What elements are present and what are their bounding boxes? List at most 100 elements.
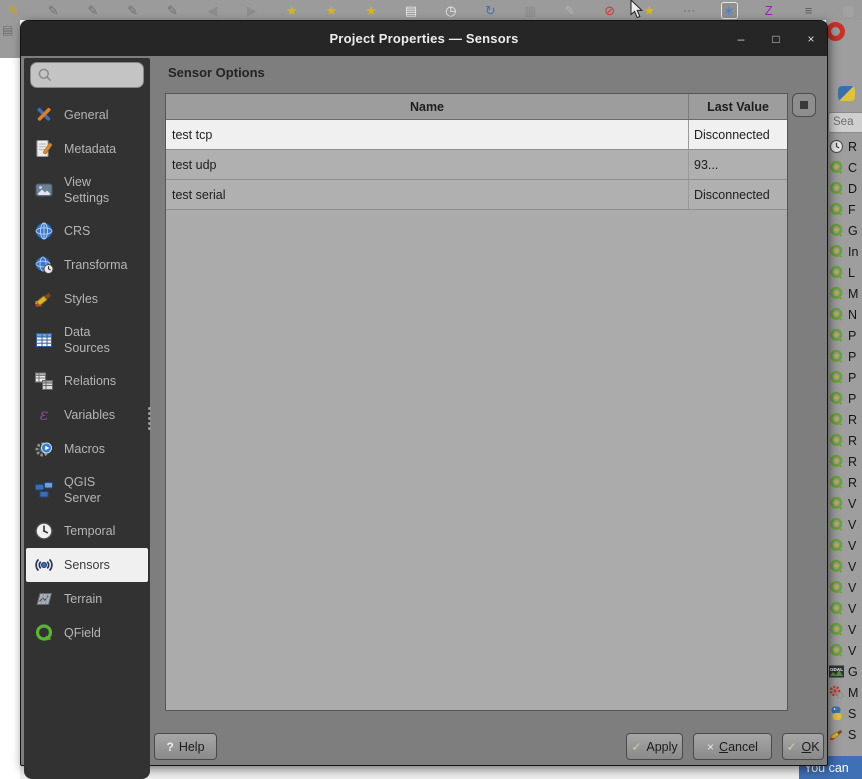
minimize-button[interactable]: –: [734, 32, 748, 46]
edit-pen-yellow-icon[interactable]: ✎: [5, 4, 22, 17]
sidebar-item-qfield[interactable]: QField: [24, 616, 150, 650]
label-star-icon[interactable]: ★: [283, 4, 300, 17]
panel-item[interactable]: GDAL G: [826, 661, 862, 682]
redo-icon[interactable]: ▶: [244, 4, 261, 17]
sidebar-item-transforma[interactable]: Transforma: [24, 248, 150, 282]
panel-item[interactable]: S: [826, 703, 862, 724]
help-button[interactable]: ? Help: [154, 733, 217, 760]
sidebar-item-label: General: [64, 108, 109, 122]
sidebar-item-data-sources[interactable]: Data Sources: [24, 316, 150, 364]
panel-search-input[interactable]: Sea: [828, 112, 862, 133]
list-icon[interactable]: ≡: [800, 4, 817, 17]
svg-text:ε: ε: [40, 405, 49, 424]
sidebar-item-terrain[interactable]: Terrain: [24, 582, 150, 616]
panel-item[interactable]: R: [826, 472, 862, 493]
panel-item[interactable]: V: [826, 556, 862, 577]
panel-item[interactable]: V: [826, 493, 862, 514]
panel-item[interactable]: R: [826, 136, 862, 157]
panel-item[interactable]: R: [826, 430, 862, 451]
sidebar-item-qgis-server[interactable]: QGIS Server: [24, 466, 150, 514]
apply-button[interactable]: ✓ Apply: [626, 733, 683, 760]
sidebar-item-sensors[interactable]: Sensors: [26, 548, 148, 582]
test udp[interactable]: test udp 93...: [166, 150, 787, 180]
dialog-titlebar[interactable]: Project Properties — Sensors – □ ×: [21, 21, 827, 56]
edit-pen-icon[interactable]: ✎: [45, 4, 62, 17]
panel-item[interactable]: S: [826, 724, 862, 745]
q-logo-icon: [829, 244, 844, 259]
q-logo-icon: [829, 370, 844, 385]
panel-item[interactable]: F: [826, 199, 862, 220]
panel-item[interactable]: V: [826, 619, 862, 640]
panel-item[interactable]: N: [826, 304, 862, 325]
refresh-icon[interactable]: ↻: [482, 4, 499, 17]
panel-item[interactable]: V: [826, 640, 862, 661]
z-tool-icon[interactable]: Z: [760, 4, 777, 17]
panel-item[interactable]: M: [826, 283, 862, 304]
close-button[interactable]: ×: [804, 32, 818, 46]
panel-item-label: P: [848, 328, 857, 343]
panel-item[interactable]: V: [826, 577, 862, 598]
label-off-icon[interactable]: ⊘: [601, 4, 618, 17]
record-icon[interactable]: [826, 22, 845, 41]
panel-item[interactable]: R: [826, 409, 862, 430]
svg-text:GDAL: GDAL: [830, 667, 843, 672]
panel-item[interactable]: V: [826, 598, 862, 619]
sidebar-item-metadata[interactable]: Metadata: [24, 132, 150, 166]
stop-sensor-button[interactable]: [792, 93, 816, 117]
panel-item[interactable]: P: [826, 388, 862, 409]
settings-sidebar: General Metadata View Settings CRS Trans…: [24, 58, 150, 779]
panel-item[interactable]: R: [826, 451, 862, 472]
edit-pen-icon[interactable]: ✎: [85, 4, 102, 17]
column-header-last-value[interactable]: Last Value: [689, 94, 787, 119]
sidebar-item-styles[interactable]: Styles: [24, 282, 150, 316]
sidebar-item-crs[interactable]: CRS: [24, 214, 150, 248]
label-star-icon[interactable]: ★: [323, 4, 340, 17]
panel-item[interactable]: P: [826, 367, 862, 388]
sidebar-item-view-settings[interactable]: View Settings: [24, 166, 150, 214]
qfield-icon: [33, 622, 55, 644]
ruler-icon[interactable]: ▦: [840, 4, 857, 17]
panel-item[interactable]: V: [826, 535, 862, 556]
panel-item-label: L: [848, 265, 855, 280]
panel-item[interactable]: M: [826, 682, 862, 703]
panel-item[interactable]: In: [826, 241, 862, 262]
panel-item[interactable]: P: [826, 325, 862, 346]
maximize-button[interactable]: □: [769, 32, 783, 46]
panel-item-label: G: [848, 223, 858, 238]
more-dots-icon[interactable]: ⋯: [681, 4, 698, 17]
edit-pen-faded-icon[interactable]: ✎: [562, 4, 579, 17]
python-console-icon[interactable]: [838, 86, 855, 101]
q-logo-icon: [829, 307, 844, 322]
panel-item[interactable]: D: [826, 178, 862, 199]
q-logo-icon: [829, 328, 844, 343]
test serial[interactable]: test serial Disconnected: [166, 180, 787, 210]
paste-icon[interactable]: ▤: [2, 23, 13, 37]
ok-button[interactable]: ✓ OK: [782, 733, 824, 760]
sidebar-item-relations[interactable]: Relations: [24, 364, 150, 398]
sidebar-search-input[interactable]: [57, 68, 141, 82]
panel-item[interactable]: L: [826, 262, 862, 283]
sidebar-item-general[interactable]: General: [24, 98, 150, 132]
temporal-clock-icon[interactable]: ◷: [442, 4, 459, 17]
panel-item[interactable]: C: [826, 157, 862, 178]
sidebar-item-macros[interactable]: Macros: [24, 432, 150, 466]
sidebar-splitter-handle[interactable]: [146, 403, 152, 433]
measure-icon[interactable]: ▦: [522, 4, 539, 17]
panel-item[interactable]: G: [826, 220, 862, 241]
panel-item[interactable]: V: [826, 514, 862, 535]
column-header-name[interactable]: Name: [166, 94, 689, 119]
panel-item[interactable]: P: [826, 346, 862, 367]
new-layout-icon[interactable]: ▤: [403, 4, 420, 17]
test tcp[interactable]: test tcp Disconnected: [166, 120, 787, 150]
sidebar-item-temporal[interactable]: Temporal: [24, 514, 150, 548]
undo-icon[interactable]: ◀: [204, 4, 221, 17]
cancel-button[interactable]: × Cancel: [693, 733, 772, 760]
label-star-icon[interactable]: ★: [363, 4, 380, 17]
sidebar-item-variables[interactable]: ε Variables: [24, 398, 150, 432]
edit-pen-icon[interactable]: ✎: [124, 4, 141, 17]
processing-star-icon[interactable]: ∗: [720, 1, 738, 19]
sidebar-search-box[interactable]: [30, 62, 144, 88]
q-logo-icon: [829, 349, 844, 364]
edit-pen-icon[interactable]: ✎: [164, 4, 181, 17]
help-icon: ?: [166, 739, 174, 754]
